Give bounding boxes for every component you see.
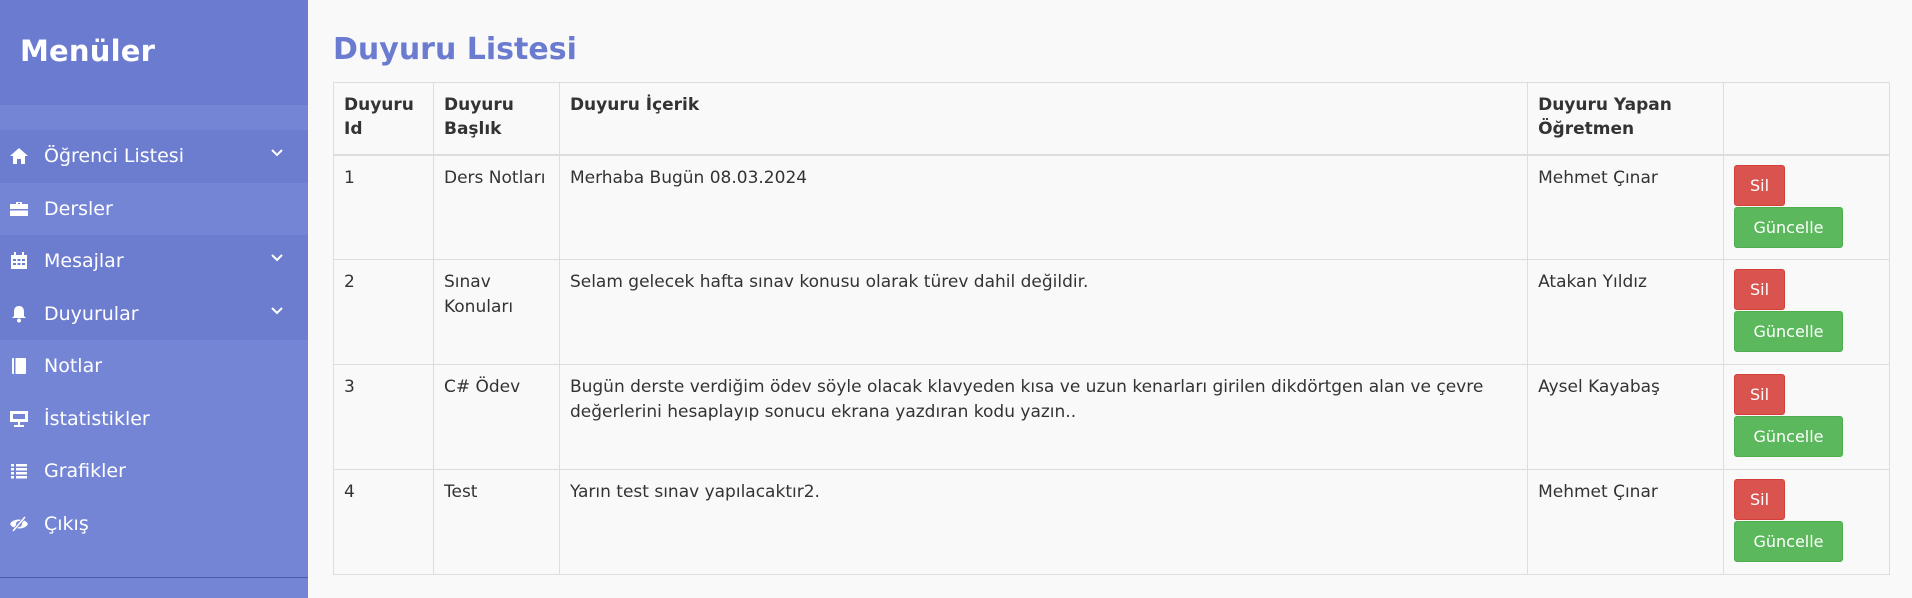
presentation-icon (6, 406, 32, 432)
sidebar-item-label: Grafikler (44, 460, 126, 483)
cell-id: 2 (333, 259, 434, 365)
cell-content: Merhaba Bugün 08.03.2024 (558, 154, 1529, 260)
cell-title: C# Ödev (432, 364, 560, 470)
cell-id: 1 (333, 154, 434, 260)
sidebar-item-istatistikler[interactable]: İstatistikler (0, 393, 308, 446)
calendar-icon (6, 248, 32, 274)
sidebar-item-label: Öğrenci Listesi (44, 145, 184, 168)
sidebar-item-mesajlar[interactable]: Mesajlar (0, 235, 308, 288)
cell-actions: Sil Güncelle (1723, 154, 1890, 260)
page-title: Duyuru Listesi (333, 32, 577, 67)
sidebar-item-label: Dersler (44, 197, 113, 220)
update-button[interactable]: Güncelle (1734, 311, 1843, 352)
sidebar-item-label: İstatistikler (44, 407, 150, 430)
eye-slash-icon (6, 511, 32, 537)
cell-teacher: Mehmet Çınar (1527, 154, 1724, 260)
table-row: 1 Ders Notları Merhaba Bugün 08.03.2024 … (333, 154, 1890, 260)
delete-button[interactable]: Sil (1734, 269, 1785, 310)
delete-button[interactable]: Sil (1734, 479, 1785, 520)
table-row: 2 Sınav Konuları Selam gelecek hafta sın… (333, 259, 1890, 365)
cell-content: Bugün derste verdiğim ödev söyle olacak … (558, 364, 1529, 470)
column-header-id: Duyuru Id (333, 82, 434, 156)
sidebar-title: Menüler (0, 0, 308, 105)
announcements-table: Duyuru Id Duyuru Başlık Duyuru İçerik Du… (333, 82, 1890, 575)
cell-title: Test (432, 469, 560, 575)
sidebar-item-label: Duyurular (44, 302, 139, 325)
cell-teacher: Mehmet Çınar (1527, 469, 1724, 575)
sidebar: Menüler Öğrenci Listesi Dersler Mesajlar (0, 0, 308, 598)
cell-teacher: Aysel Kayabaş (1527, 364, 1724, 470)
cell-title: Sınav Konuları (432, 259, 560, 365)
cell-id: 3 (333, 364, 434, 470)
cell-title: Ders Notları (432, 154, 560, 260)
table-row: 3 C# Ödev Bugün derste verdiğim ödev söy… (333, 364, 1890, 470)
column-header-actions (1723, 82, 1890, 156)
table-header-row: Duyuru Id Duyuru Başlık Duyuru İçerik Du… (333, 82, 1890, 156)
sidebar-item-dersler[interactable]: Dersler (0, 183, 308, 236)
chevron-down-icon (271, 149, 283, 157)
home-icon (6, 143, 32, 169)
bell-icon (6, 301, 32, 327)
sidebar-item-label: Çıkış (44, 512, 89, 535)
sidebar-menu: Öğrenci Listesi Dersler Mesajlar Duyurul… (0, 130, 308, 550)
update-button[interactable]: Güncelle (1734, 521, 1843, 562)
cell-content: Selam gelecek hafta sınav konusu olarak … (558, 259, 1529, 365)
column-header-content: Duyuru İçerik (558, 82, 1529, 156)
column-header-title: Duyuru Başlık (432, 82, 560, 156)
column-header-teacher: Duyuru Yapan Öğretmen (1527, 82, 1724, 156)
chevron-down-icon (271, 254, 283, 262)
list-icon (6, 458, 32, 484)
cell-actions: Sil Güncelle (1723, 469, 1890, 575)
delete-button[interactable]: Sil (1734, 374, 1785, 415)
cell-actions: Sil Güncelle (1723, 259, 1890, 365)
sidebar-item-grafikler[interactable]: Grafikler (0, 445, 308, 498)
sidebar-item-label: Notlar (44, 355, 103, 378)
sidebar-item-notlar[interactable]: Notlar (0, 340, 308, 393)
table-row: 4 Test Yarın test sınav yapılacaktır2. M… (333, 469, 1890, 575)
main-content: Duyuru Listesi Duyuru Id Duyuru Başlık D… (333, 0, 1891, 575)
sidebar-item-label: Mesajlar (44, 250, 124, 273)
sidebar-item-cikis[interactable]: Çıkış (0, 498, 308, 551)
sidebar-item-duyurular[interactable]: Duyurular (0, 287, 308, 340)
cell-content: Yarın test sınav yapılacaktır2. (558, 469, 1529, 575)
update-button[interactable]: Güncelle (1734, 206, 1843, 248)
book-icon (6, 353, 32, 379)
chevron-down-icon (271, 306, 283, 314)
delete-button[interactable]: Sil (1734, 164, 1785, 206)
sidebar-item-ogrenci-listesi[interactable]: Öğrenci Listesi (0, 130, 308, 183)
sidebar-divider (0, 577, 308, 578)
briefcase-icon (6, 196, 32, 222)
cell-teacher: Atakan Yıldız (1527, 259, 1724, 365)
cell-id: 4 (333, 469, 434, 575)
update-button[interactable]: Güncelle (1734, 416, 1843, 457)
cell-actions: Sil Güncelle (1723, 364, 1890, 470)
